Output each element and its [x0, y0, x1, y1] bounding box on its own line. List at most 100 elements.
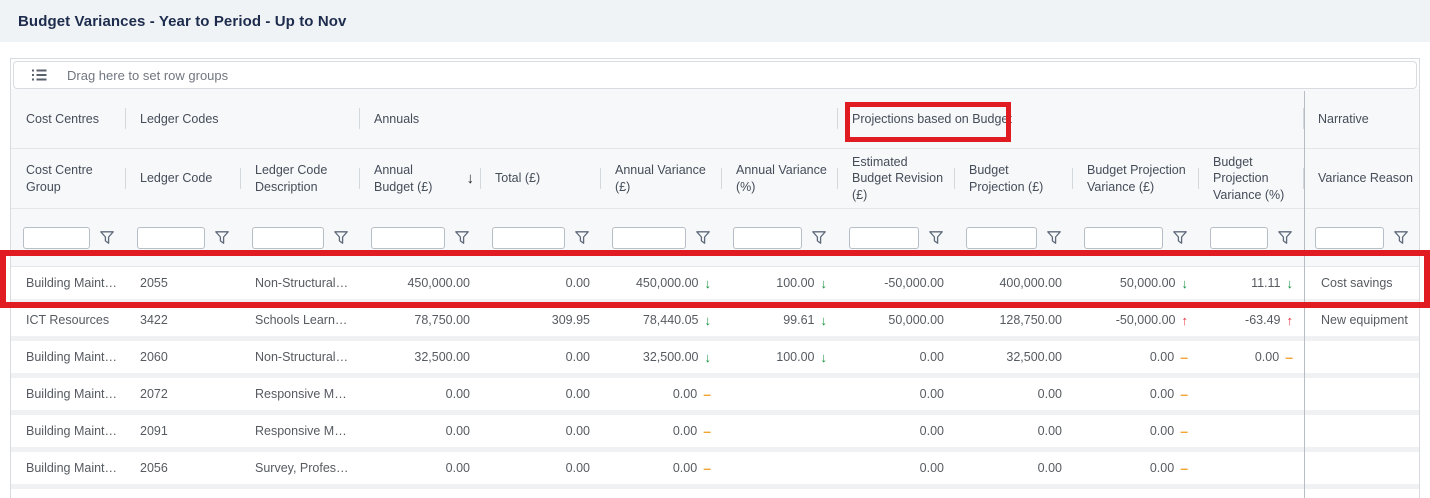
- cell-total[interactable]: 0.00: [480, 415, 600, 447]
- cell-variance-reason[interactable]: [1303, 378, 1419, 410]
- cell-ledger-code-description[interactable]: Responsive M…: [240, 415, 359, 447]
- cell-variance-reason[interactable]: Cost savings: [1303, 267, 1419, 299]
- filter-input-cost-centre-group[interactable]: [23, 226, 90, 249]
- cell-budget-projection[interactable]: 0.00: [954, 452, 1072, 484]
- filter-input-variance-reason[interactable]: [1315, 226, 1384, 249]
- cell-cost-centre-group[interactable]: Building Maint…: [11, 378, 125, 410]
- cell-budget-projection-variance[interactable]: 50,000.00 ↓: [1072, 267, 1198, 299]
- cell-annual-variance[interactable]: 100.00 ↓: [721, 341, 837, 373]
- filter-menu-button-cost-centre-group[interactable]: [98, 229, 116, 247]
- cell-cost-centre-group[interactable]: Building Maint…: [11, 341, 125, 373]
- table-row[interactable]: Building Maint… 2091 Responsive M… 0.00 0.00…: [11, 415, 1419, 452]
- column-header-budget-projection[interactable]: Budget Projection (£): [954, 149, 1072, 208]
- cell-variance-reason[interactable]: [1303, 452, 1419, 484]
- cell-ledger-code[interactable]: 2091: [125, 415, 240, 447]
- cell-annual-budget[interactable]: 0.00: [359, 415, 480, 447]
- cell-ledger-code[interactable]: 2055: [125, 267, 240, 299]
- column-header-variance-reason[interactable]: Variance Reason: [1303, 149, 1419, 208]
- cell-budget-projection[interactable]: 0.00: [954, 415, 1072, 447]
- cell-ledger-code[interactable]: 2056: [125, 452, 240, 484]
- filter-input-estimated-budget-revision[interactable]: [849, 226, 919, 249]
- cell-annual-budget[interactable]: 78,750.00: [359, 304, 480, 336]
- column-header-budget-projection-variance[interactable]: Budget Projection Variance (%): [1198, 149, 1303, 208]
- cell-total[interactable]: 0.00: [480, 267, 600, 299]
- filter-menu-button-budget-projection-variance[interactable]: [1171, 229, 1189, 247]
- cell-budget-projection-variance[interactable]: [1198, 378, 1303, 410]
- filter-input-budget-projection-variance[interactable]: [1210, 226, 1268, 249]
- cell-budget-projection[interactable]: 400,000.00: [954, 267, 1072, 299]
- filter-menu-button-annual-variance[interactable]: [810, 229, 828, 247]
- cell-annual-budget[interactable]: 450,000.00: [359, 267, 480, 299]
- cell-annual-variance[interactable]: 0.00–: [600, 415, 721, 447]
- column-header-budget-projection-variance[interactable]: Budget Projection Variance (£): [1072, 149, 1198, 208]
- cell-annual-variance[interactable]: 0.00–: [600, 378, 721, 410]
- cell-annual-budget[interactable]: 0.00: [359, 452, 480, 484]
- cell-annual-variance[interactable]: 100.00 ↓: [721, 267, 837, 299]
- cell-cost-centre-group[interactable]: Building Maint…: [11, 415, 125, 447]
- filter-input-total[interactable]: [492, 226, 565, 249]
- cell-ledger-code-description[interactable]: Non-Structural…: [240, 267, 359, 299]
- filter-menu-button-annual-budget[interactable]: [453, 229, 471, 247]
- column-header-annual-budget[interactable]: Annual Budget (£) ↓: [359, 149, 480, 208]
- cell-ledger-code-description[interactable]: Survey, Profes…: [240, 452, 359, 484]
- filter-menu-button-total[interactable]: [573, 229, 591, 247]
- filter-input-ledger-code[interactable]: [137, 226, 205, 249]
- filter-menu-button-budget-projection[interactable]: [1045, 229, 1063, 247]
- cell-estimated-budget-revision[interactable]: 50,000.00: [837, 304, 954, 336]
- cell-annual-variance[interactable]: 32,500.00 ↓: [600, 341, 721, 373]
- filter-input-annual-budget[interactable]: [371, 226, 445, 249]
- cell-budget-projection-variance[interactable]: 0.00–: [1072, 378, 1198, 410]
- cell-estimated-budget-revision[interactable]: -50,000.00: [837, 267, 954, 299]
- cell-budget-projection-variance[interactable]: -63.49 ↑: [1198, 304, 1303, 336]
- filter-menu-button-annual-variance[interactable]: [694, 229, 712, 247]
- cell-annual-variance[interactable]: 450,000.00 ↓: [600, 267, 721, 299]
- cell-budget-projection-variance[interactable]: 0.00–: [1072, 415, 1198, 447]
- cell-budget-projection-variance[interactable]: 0.00–: [1072, 341, 1198, 373]
- cell-annual-variance[interactable]: 78,440.05 ↓: [600, 304, 721, 336]
- cell-ledger-code-description[interactable]: Schools Learn…: [240, 304, 359, 336]
- filter-input-budget-projection[interactable]: [966, 226, 1037, 249]
- filter-input-budget-projection-variance[interactable]: [1084, 226, 1163, 249]
- cell-annual-variance[interactable]: [721, 378, 837, 410]
- filter-input-annual-variance[interactable]: [733, 226, 802, 249]
- cell-estimated-budget-revision[interactable]: 0.00: [837, 341, 954, 373]
- cell-annual-budget[interactable]: 32,500.00: [359, 341, 480, 373]
- cell-budget-projection[interactable]: 128,750.00: [954, 304, 1072, 336]
- column-header-annual-variance[interactable]: Annual Variance (£): [600, 149, 721, 208]
- cell-total[interactable]: 0.00: [480, 378, 600, 410]
- cell-budget-projection-variance[interactable]: [1198, 415, 1303, 447]
- column-header-total[interactable]: Total (£): [480, 149, 600, 208]
- cell-annual-variance[interactable]: [721, 452, 837, 484]
- cell-ledger-code[interactable]: 2072: [125, 378, 240, 410]
- cell-budget-projection[interactable]: 0.00: [954, 378, 1072, 410]
- table-row[interactable]: Building Maint… 2056 Survey, Profes… 0.00 0.…: [11, 452, 1419, 489]
- cell-budget-projection[interactable]: 32,500.00: [954, 341, 1072, 373]
- filter-menu-button-budget-projection-variance[interactable]: [1276, 229, 1294, 247]
- cell-ledger-code-description[interactable]: Responsive M…: [240, 378, 359, 410]
- cell-cost-centre-group[interactable]: Building Maint…: [11, 267, 125, 299]
- table-row[interactable]: Building Maint… 2055 Non-Structural… 450,00…: [11, 267, 1419, 304]
- cell-annual-variance[interactable]: [721, 415, 837, 447]
- filter-menu-button-ledger-code[interactable]: [213, 229, 231, 247]
- cell-budget-projection-variance[interactable]: 0.00–: [1072, 452, 1198, 484]
- column-header-ledger-code-description[interactable]: Ledger Code Description: [240, 149, 359, 208]
- table-row[interactable]: ICT Resources 3422 Schools Learn… 78,750.00…: [11, 304, 1419, 341]
- cell-total[interactable]: 309.95: [480, 304, 600, 336]
- cell-total[interactable]: 0.00: [480, 341, 600, 373]
- table-row[interactable]: Building Maint… 2072 Responsive M… 0.00 0.00…: [11, 378, 1419, 415]
- cell-annual-budget[interactable]: 0.00: [359, 378, 480, 410]
- cell-budget-projection-variance[interactable]: 11.11 ↓: [1198, 267, 1303, 299]
- cell-annual-variance[interactable]: 99.61 ↓: [721, 304, 837, 336]
- filter-input-annual-variance[interactable]: [612, 226, 686, 249]
- cell-budget-projection-variance[interactable]: -50,000.00 ↑: [1072, 304, 1198, 336]
- filter-menu-button-ledger-code-description[interactable]: [332, 229, 350, 247]
- cell-variance-reason[interactable]: [1303, 341, 1419, 373]
- cell-variance-reason[interactable]: New equipment: [1303, 304, 1419, 336]
- table-row[interactable]: Building Maint… 2060 Non-Structural… 32,500…: [11, 341, 1419, 378]
- filter-menu-button-variance-reason[interactable]: [1392, 229, 1410, 247]
- column-header-ledger-code[interactable]: Ledger Code: [125, 149, 240, 208]
- column-header-cost-centre-group[interactable]: Cost Centre Group: [11, 149, 125, 208]
- cell-estimated-budget-revision[interactable]: 0.00: [837, 452, 954, 484]
- cell-ledger-code[interactable]: 2060: [125, 341, 240, 373]
- cell-ledger-code[interactable]: 3422: [125, 304, 240, 336]
